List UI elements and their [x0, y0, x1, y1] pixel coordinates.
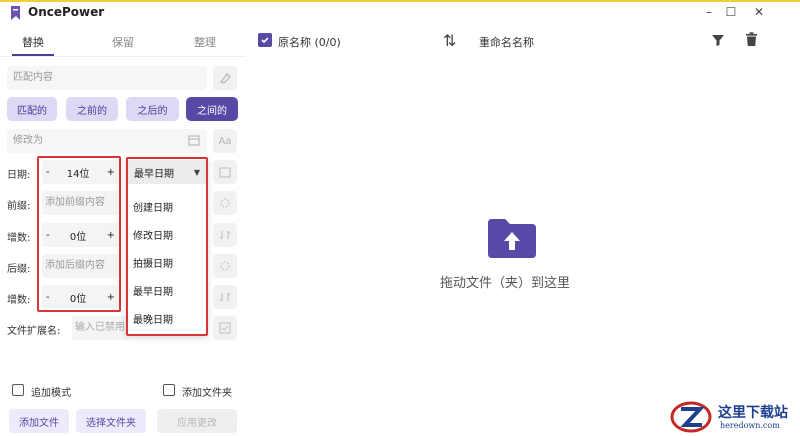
- rename-name-header: 重命名名称: [479, 36, 534, 49]
- date-label: 日期:: [7, 170, 31, 181]
- ext-input[interactable]: 输入已禁用: [72, 316, 128, 340]
- refresh-icon[interactable]: [213, 191, 237, 215]
- add-folder-label: 添加文件夹: [182, 388, 232, 399]
- original-name-checkbox[interactable]: [258, 33, 272, 47]
- title-bar: [0, 0, 800, 28]
- checkbox-icon[interactable]: [213, 316, 237, 340]
- select-folder-button[interactable]: 选择文件夹: [76, 409, 146, 433]
- prefix-label: 前缀:: [7, 201, 31, 212]
- calendar-icon[interactable]: [213, 160, 237, 184]
- app-title: OncePower: [28, 5, 105, 19]
- drop-zone-text: 拖动文件（夹）到这里: [440, 276, 571, 291]
- highlight-box-left: [37, 156, 121, 312]
- ext-label: 文件扩展名:: [7, 326, 61, 337]
- chip-between[interactable]: 之间的: [186, 97, 238, 121]
- trash-icon[interactable]: [745, 32, 758, 47]
- swap-icon[interactable]: [213, 223, 237, 247]
- increment-label-2: 增数:: [7, 295, 31, 306]
- highlight-box-dropdown: [126, 157, 208, 336]
- calendar-icon[interactable]: [188, 134, 200, 146]
- original-name-header: 原名称 (0/0): [278, 36, 341, 49]
- add-folder-checkbox[interactable]: [163, 384, 175, 396]
- watermark-name: 这里下载站: [718, 405, 788, 421]
- increment-label-1: 增数:: [7, 233, 31, 244]
- modify-input[interactable]: 修改为: [7, 129, 207, 153]
- refresh-icon[interactable]: [213, 254, 237, 278]
- watermark-url: heredown.com: [720, 421, 780, 430]
- add-file-button[interactable]: 添加文件: [9, 409, 69, 433]
- swap-icon[interactable]: [213, 285, 237, 309]
- check-icon: [261, 37, 269, 44]
- close-button[interactable]: ✕: [750, 4, 768, 20]
- match-input[interactable]: 匹配内容: [7, 66, 207, 90]
- apply-changes-button[interactable]: 应用更改: [157, 409, 237, 433]
- maximize-button[interactable]: ☐: [722, 4, 740, 20]
- append-mode-label: 追加模式: [31, 388, 71, 399]
- tabs-divider: [0, 56, 246, 57]
- chip-before[interactable]: 之前的: [66, 97, 118, 121]
- case-toggle-button[interactable]: Aa: [213, 129, 237, 153]
- minimize-button[interactable]: –: [700, 4, 718, 20]
- suffix-label: 后缀:: [7, 264, 31, 275]
- watermark-logo: [670, 401, 712, 433]
- tab-keep[interactable]: 保留: [112, 34, 134, 50]
- chip-after[interactable]: 之后的: [126, 97, 179, 121]
- sort-icon[interactable]: ⇅: [443, 31, 456, 50]
- eraser-icon[interactable]: [213, 66, 237, 90]
- filter-icon[interactable]: [711, 33, 725, 47]
- tab-organize[interactable]: 整理: [194, 34, 216, 50]
- tab-replace[interactable]: 替换: [22, 34, 44, 50]
- folder-upload-icon[interactable]: [486, 217, 538, 259]
- chip-matched[interactable]: 匹配的: [7, 97, 57, 121]
- app-logo-icon: [11, 6, 20, 20]
- append-mode-checkbox[interactable]: [12, 384, 24, 396]
